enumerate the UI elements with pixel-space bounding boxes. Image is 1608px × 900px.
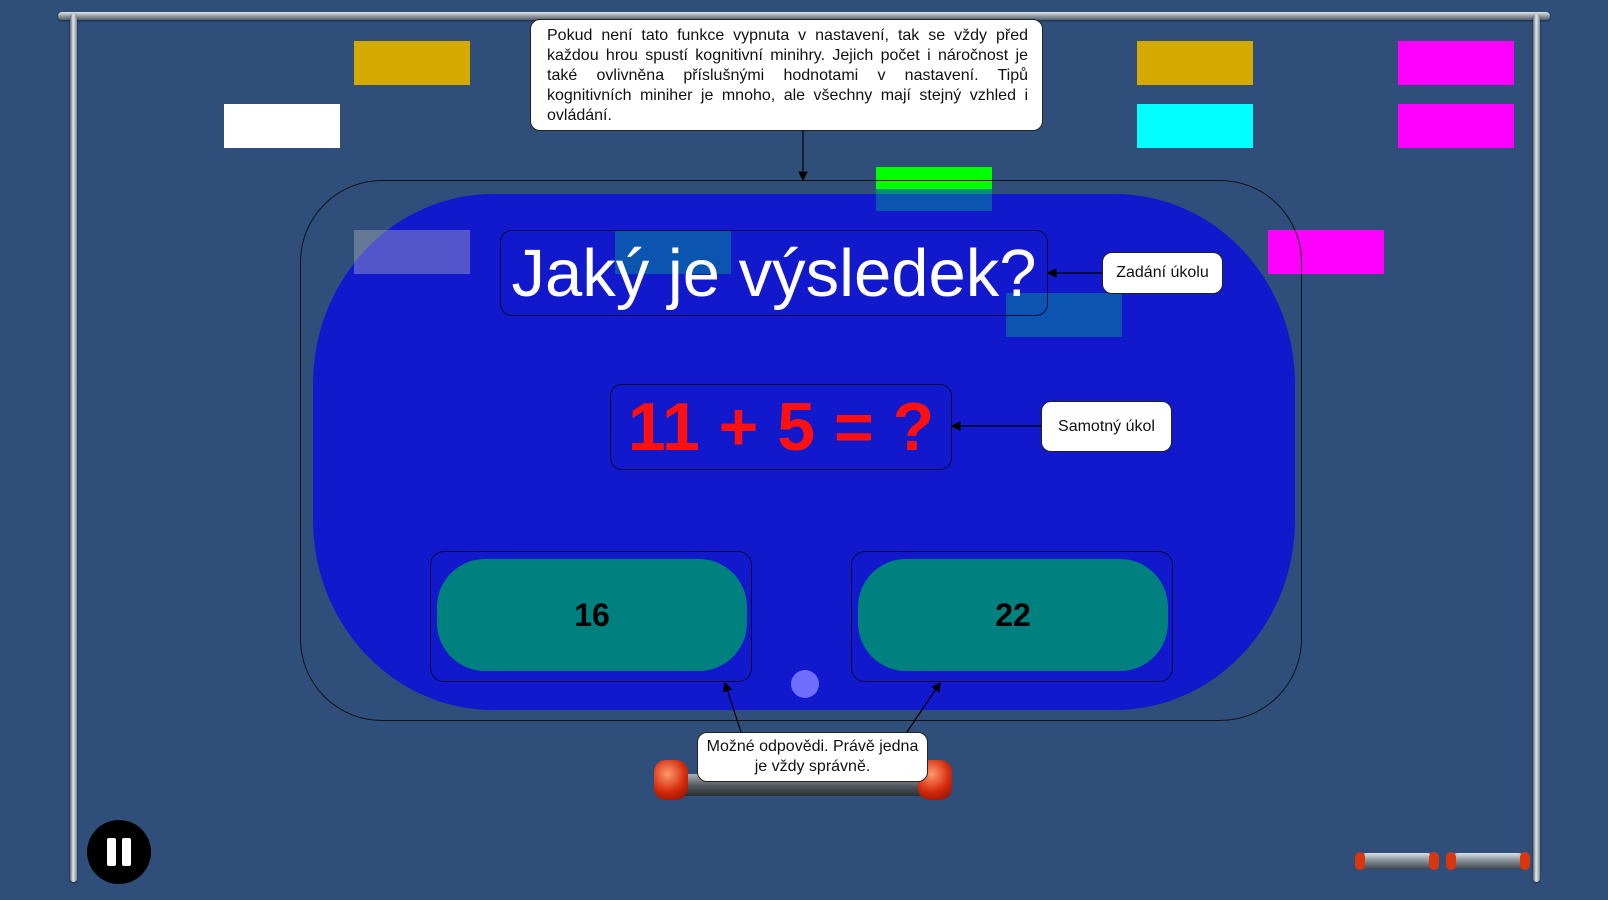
callout-answers: Možné odpovědi. Právě jedna je vždy sprá… — [697, 732, 928, 782]
callout-task: Samotný úkol — [1041, 401, 1172, 452]
callout-task-prompt: Zadání úkolu — [1102, 252, 1223, 294]
callout-intro: Pokud není tato funkce vypnuta v nastave… — [530, 19, 1043, 131]
pause-button[interactable] — [87, 820, 151, 884]
pause-icon — [107, 838, 116, 866]
pause-icon — [122, 838, 131, 866]
life-indicator — [1355, 852, 1439, 870]
life-indicator — [1446, 852, 1530, 870]
